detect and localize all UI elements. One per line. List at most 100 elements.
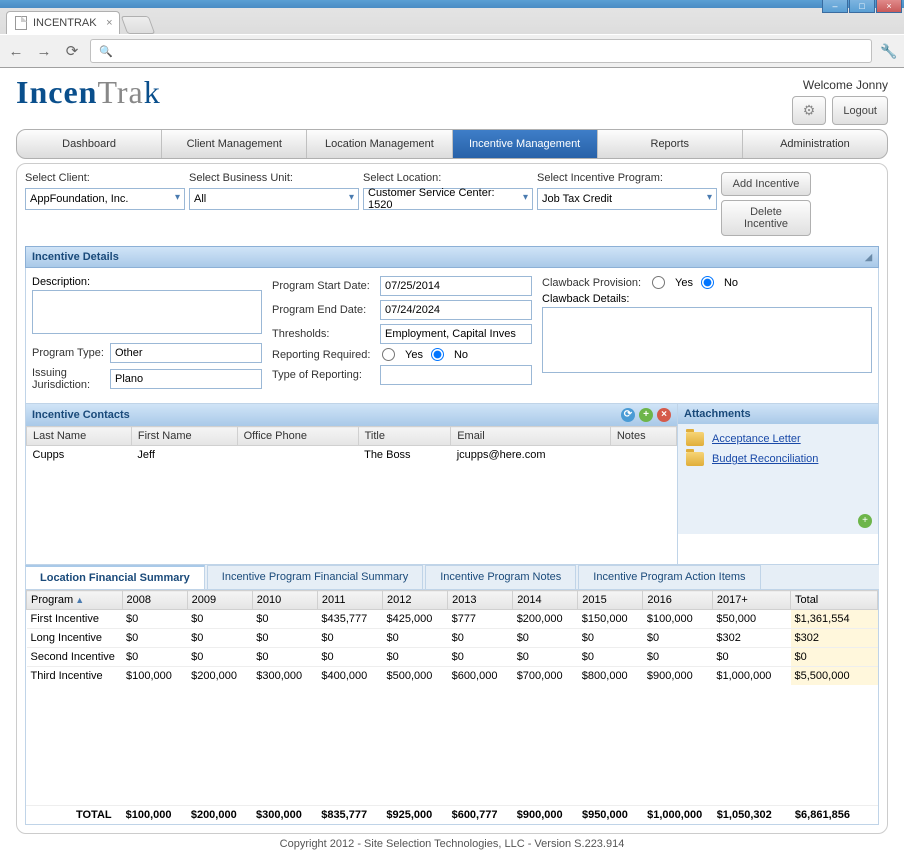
description-label: Description: <box>32 276 90 288</box>
fin-col-2011[interactable]: 2011 <box>317 591 382 610</box>
fin-row[interactable]: Third Incentive$100,000$200,000$300,000$… <box>27 667 878 686</box>
sub-tab-incentive-program-financial-summary[interactable]: Incentive Program Financial Summary <box>207 565 423 589</box>
url-input[interactable]: 🔍 <box>90 39 872 63</box>
contacts-title: Incentive Contacts <box>32 409 130 421</box>
program-select[interactable]: Job Tax Credit <box>537 188 717 210</box>
thresholds-label: Thresholds: <box>272 328 380 340</box>
contact-row[interactable]: CuppsJeffThe Bossjcupps@here.com <box>27 446 677 465</box>
clawback-details-input[interactable] <box>542 307 872 373</box>
program-type-input[interactable] <box>110 343 262 363</box>
contacts-table: Last NameFirst NameOffice PhoneTitleEmai… <box>26 426 677 464</box>
add-incentive-button[interactable]: Add Incentive <box>721 172 811 196</box>
reload-button[interactable]: ⟳ <box>62 42 82 60</box>
nav-reports[interactable]: Reports <box>598 130 743 158</box>
nav-incentive-management[interactable]: Incentive Management <box>453 130 598 158</box>
program-label: Select Incentive Program: <box>537 172 717 184</box>
app-logo: IncenTrak <box>16 74 161 111</box>
end-date-input[interactable] <box>380 300 532 320</box>
fin-col-2012[interactable]: 2012 <box>382 591 447 610</box>
fin-row[interactable]: Second Incentive$0$0$0$0$0$0$0$0$0$0$0 <box>27 648 878 667</box>
attachment-item[interactable]: Acceptance Letter <box>686 432 870 446</box>
fin-col-2015[interactable]: 2015 <box>578 591 643 610</box>
fin-col-2009[interactable]: 2009 <box>187 591 252 610</box>
jurisdiction-input[interactable] <box>110 369 262 389</box>
folder-icon <box>686 452 704 466</box>
start-date-input[interactable] <box>380 276 532 296</box>
sub-tab-location-financial-summary[interactable]: Location Financial Summary <box>25 565 205 589</box>
reporting-label: Reporting Required: <box>272 349 382 361</box>
folder-icon <box>686 432 704 446</box>
type-reporting-input[interactable] <box>380 365 532 385</box>
incentive-details-header[interactable]: Incentive Details ◢ <box>25 246 879 268</box>
refresh-icon[interactable]: ⟳ <box>621 408 635 422</box>
sub-tab-incentive-program-action-items[interactable]: Incentive Program Action Items <box>578 565 760 589</box>
fin-col-2010[interactable]: 2010 <box>252 591 317 610</box>
add-attachment-icon[interactable]: + <box>858 514 872 528</box>
attachment-item[interactable]: Budget Reconciliation <box>686 452 870 466</box>
bu-label: Select Business Unit: <box>189 172 359 184</box>
back-button[interactable]: ← <box>6 43 26 60</box>
wrench-icon[interactable]: 🔧 <box>880 43 898 60</box>
nav-location-management[interactable]: Location Management <box>307 130 452 158</box>
location-select[interactable]: Customer Service Center: 1520 <box>363 188 533 210</box>
attachment-link[interactable]: Acceptance Letter <box>712 433 801 445</box>
reporting-yes-radio[interactable] <box>382 348 395 361</box>
nav-dashboard[interactable]: Dashboard <box>17 130 162 158</box>
clawback-no-radio[interactable] <box>701 276 714 289</box>
add-contact-icon[interactable]: + <box>639 408 653 422</box>
minimize-button[interactable]: – <box>822 0 848 13</box>
browser-chrome: – □ × INCENTRAK × ← → ⟳ 🔍 🔧 <box>0 0 904 68</box>
logout-button[interactable]: Logout <box>832 96 888 125</box>
settings-button[interactable]: ⚙ <box>792 96 827 125</box>
fin-col-2008[interactable]: 2008 <box>122 591 187 610</box>
clawback-yes-radio[interactable] <box>652 276 665 289</box>
description-input[interactable] <box>32 290 262 334</box>
contacts-col-office-phone[interactable]: Office Phone <box>237 427 358 446</box>
location-label: Select Location: <box>363 172 533 184</box>
collapse-icon[interactable]: ◢ <box>865 252 872 263</box>
gear-icon: ⚙ <box>803 102 816 119</box>
new-tab-button[interactable] <box>120 16 155 34</box>
fin-col-2013[interactable]: 2013 <box>448 591 513 610</box>
tab-title: INCENTRAK <box>33 17 97 29</box>
fin-col-2014[interactable]: 2014 <box>513 591 578 610</box>
main-nav: DashboardClient ManagementLocation Manag… <box>16 129 888 159</box>
search-icon: 🔍 <box>99 45 113 58</box>
tab-close-icon[interactable]: × <box>106 17 112 29</box>
fin-row[interactable]: First Incentive$0$0$0$435,777$425,000$77… <box>27 610 878 629</box>
client-label: Select Client: <box>25 172 185 184</box>
clawback-label: Clawback Provision: <box>542 277 652 289</box>
welcome-text: Welcome Jonny <box>792 78 888 92</box>
contacts-col-first-name[interactable]: First Name <box>131 427 237 446</box>
attachment-link[interactable]: Budget Reconciliation <box>712 453 818 465</box>
sub-tab-incentive-program-notes[interactable]: Incentive Program Notes <box>425 565 576 589</box>
financial-table: Program▲20082009201020112012201320142015… <box>26 590 878 685</box>
browser-tab[interactable]: INCENTRAK × <box>6 11 120 34</box>
attachments-title: Attachments <box>678 404 878 424</box>
remove-contact-icon[interactable]: × <box>657 408 671 422</box>
reporting-no-radio[interactable] <box>431 348 444 361</box>
clawback-details-label: Clawback Details: <box>542 293 629 305</box>
program-type-label: Program Type: <box>32 347 110 359</box>
forward-button[interactable]: → <box>34 43 54 60</box>
fin-col-program[interactable]: Program▲ <box>27 591 123 610</box>
contacts-col-notes[interactable]: Notes <box>610 427 676 446</box>
fin-col-2017-[interactable]: 2017+ <box>712 591 790 610</box>
contacts-col-last-name[interactable]: Last Name <box>27 427 132 446</box>
fin-row[interactable]: Long Incentive$0$0$0$0$0$0$0$0$0$302$302 <box>27 629 878 648</box>
client-select[interactable]: AppFoundation, Inc. <box>25 188 185 210</box>
close-window-button[interactable]: × <box>876 0 902 13</box>
start-date-label: Program Start Date: <box>272 280 380 292</box>
end-date-label: Program End Date: <box>272 304 380 316</box>
bu-select[interactable]: All <box>189 188 359 210</box>
fin-col-total[interactable]: Total <box>791 591 878 610</box>
maximize-button[interactable]: □ <box>849 0 875 13</box>
nav-client-management[interactable]: Client Management <box>162 130 307 158</box>
contacts-col-title[interactable]: Title <box>358 427 451 446</box>
fin-col-2016[interactable]: 2016 <box>643 591 712 610</box>
delete-incentive-button[interactable]: Delete Incentive <box>721 200 811 236</box>
thresholds-input[interactable] <box>380 324 532 344</box>
window-title-bar: – □ × <box>0 0 904 8</box>
contacts-col-email[interactable]: Email <box>451 427 611 446</box>
nav-administration[interactable]: Administration <box>743 130 887 158</box>
